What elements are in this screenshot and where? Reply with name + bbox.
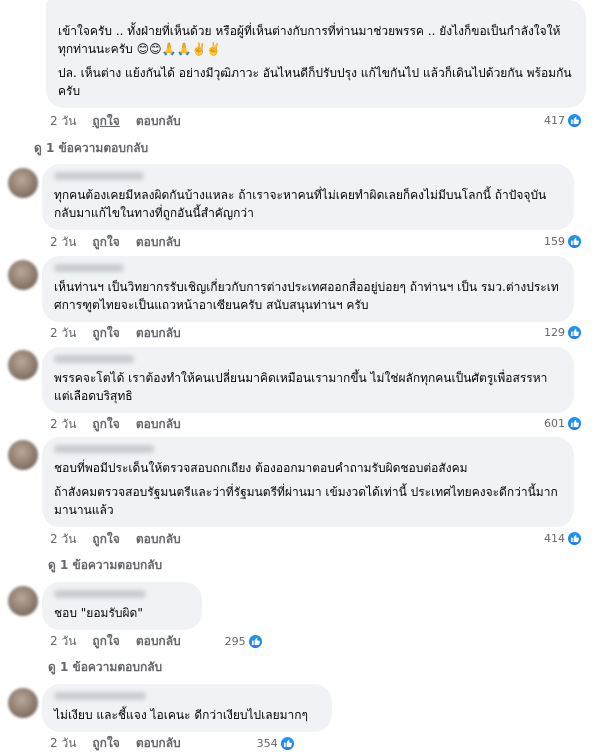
like-icon [247,633,263,649]
reply-button[interactable]: ตอบกลับ [136,632,181,651]
reaction-count[interactable]: 417 [544,113,582,128]
comment-time[interactable]: 2 วัน [50,632,76,651]
reaction-number: 354 [256,736,278,750]
comment-actions: 2 วัน ถูกใจ ตอบกลับ [50,112,181,130]
replies-text: ดู 1 ข้อความตอบกลับ [48,660,163,674]
comment-time[interactable]: 2 วัน [50,734,76,753]
author-name-blurred[interactable] [54,590,146,598]
reaction-number: 159 [544,235,565,248]
comment-bubble: ไม่เงียบ และชี้แจง ไอเคนะ ดีกว่าเงียบไปเ… [42,684,332,732]
comment-text: ถ้าสังคมตรวจสอบรัฐมนตรีและว่าที่รัฐมนตรี… [54,485,558,517]
comment-time[interactable]: 2 วัน [50,324,76,343]
reply-button[interactable]: ตอบกลับ [136,530,181,549]
reaction-count[interactable]: 295 [224,633,263,649]
reply-button[interactable]: ตอบกลับ [136,734,181,753]
comment-text: ปล. เห็นต่าง แย้งกันได้ อย่างมีวุฒิภาวะ … [58,66,572,98]
comment-text: ชอบ "ยอมรับผิด" [54,606,143,620]
reaction-number: 414 [544,532,565,545]
like-icon [279,735,295,751]
comment-actions: 2 วัน ถูกใจ ตอบกลับ [50,415,181,433]
reply-button[interactable]: ตอบกลับ [136,324,181,343]
avatar[interactable] [8,688,38,718]
author-name-blurred[interactable] [54,692,146,700]
comment-actions: 2 วัน ถูกใจ ตอบกลับ 354 [50,734,295,752]
avatar[interactable] [8,350,38,380]
comment-actions: 2 วัน ถูกใจ ตอบกลับ 295 [50,632,263,650]
comment-actions: 2 วัน ถูกใจ ตอบกลับ [50,233,181,251]
like-button[interactable]: ถูกใจ [92,530,119,549]
like-icon [567,113,582,128]
author-name-blurred[interactable] [54,445,154,453]
reaction-count[interactable]: 354 [256,735,295,751]
reaction-count[interactable]: 129 [544,325,582,340]
avatar[interactable] [8,260,38,290]
comment-bubble: เห็นท่านฯ เป็นวิทยากรรับเชิญเกี่ยวกับการ… [42,256,574,322]
reply-button[interactable]: ตอบกลับ [136,233,181,252]
like-icon [567,416,582,431]
comment-text: เข้าใจครับ .. ทั้งฝ่ายที่เห็นด้วย หรือผู… [58,24,561,56]
reply-button[interactable]: ตอบกลับ [136,415,181,434]
comment-time[interactable]: 2 วัน [50,415,76,434]
view-replies-link[interactable]: ดู 1 ข้อความตอบกลับ [48,658,162,677]
avatar[interactable] [8,168,38,198]
reaction-number: 129 [544,326,565,339]
replies-text: ดู 1 ข้อความตอบกลับ [34,141,149,155]
like-icon [567,531,582,546]
reply-button[interactable]: ตอบกลับ [136,112,181,131]
reaction-count[interactable]: 414 [544,531,582,546]
like-icon [567,234,582,249]
comment-text: เห็นท่านฯ เป็นวิทยากรรับเชิญเกี่ยวกับการ… [54,280,559,312]
avatar[interactable] [8,586,38,616]
reaction-count[interactable]: 601 [544,416,582,431]
comment-bubble: ชอบ "ยอมรับผิด" [42,582,202,630]
comment-actions: 2 วัน ถูกใจ ตอบกลับ [50,324,181,342]
avatar[interactable] [8,440,38,470]
like-button[interactable]: ถูกใจ [92,233,119,252]
comment-text: ไม่เงียบ และชี้แจง ไอเคนะ ดีกว่าเงียบไปเ… [54,708,308,722]
like-button[interactable]: ถูกใจ [92,734,119,753]
reaction-number: 601 [544,417,565,430]
comment-time[interactable]: 2 วัน [50,530,76,549]
view-replies-link[interactable]: ดู 1 ข้อความตอบกลับ [34,139,148,158]
reaction-number: 295 [224,634,246,648]
reaction-number: 417 [544,114,565,127]
comment-text: ทุกคนต้องเคยมีหลงผิดกันบ้างแหละ ถ้าเราจะ… [54,188,547,220]
comment-text: พรรคจะโตได้ เราต้องทำให้คนเปลี่ยนมาคิดเห… [54,371,548,403]
like-button[interactable]: ถูกใจ [92,324,119,343]
author-name-blurred[interactable] [54,355,134,363]
comment-text: ชอบที่พอมีประเด็นให้ตรวจสอบถกเถียง ต้องอ… [54,461,468,475]
comment-actions: 2 วัน ถูกใจ ตอบกลับ [50,530,181,548]
comment-bubble: เข้าใจครับ .. ทั้งฝ่ายที่เห็นด้วย หรือผู… [46,0,586,108]
like-icon [567,325,582,340]
replies-text: ดู 1 ข้อความตอบกลับ [48,558,163,572]
like-button[interactable]: ถูกใจ [92,112,119,131]
comment-bubble: พรรคจะโตได้ เราต้องทำให้คนเปลี่ยนมาคิดเห… [42,347,574,413]
author-name-blurred[interactable] [54,264,124,272]
comment-bubble: ทุกคนต้องเคยมีหลงผิดกันบ้างแหละ ถ้าเราจะ… [42,164,574,230]
author-name-blurred[interactable] [54,172,144,180]
comment-time[interactable]: 2 วัน [50,112,76,131]
comment-bubble: ชอบที่พอมีประเด็นให้ตรวจสอบถกเถียง ต้องอ… [42,437,574,527]
reaction-count[interactable]: 159 [544,234,582,249]
like-button[interactable]: ถูกใจ [92,415,119,434]
view-replies-link[interactable]: ดู 1 ข้อความตอบกลับ [48,556,162,575]
like-button[interactable]: ถูกใจ [92,632,119,651]
comment-time[interactable]: 2 วัน [50,233,76,252]
